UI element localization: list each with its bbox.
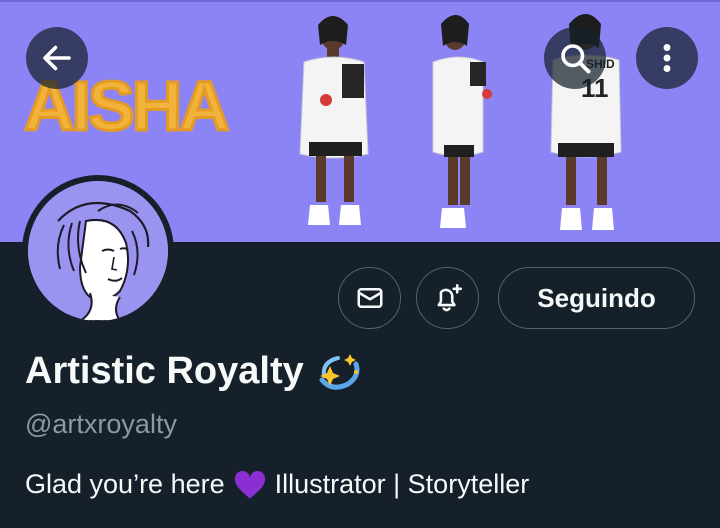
message-button[interactable] <box>338 267 401 329</box>
envelope-icon <box>357 288 382 308</box>
back-button[interactable] <box>26 27 88 89</box>
character-front-figure <box>299 16 369 225</box>
following-button[interactable]: Seguindo <box>498 267 695 329</box>
more-vertical-icon <box>663 44 671 72</box>
search-button[interactable] <box>544 27 606 89</box>
search-icon <box>561 44 591 74</box>
bio-text-end: Illustrator | Storyteller <box>274 469 530 499</box>
display-name-row: Artistic Royalty <box>25 350 362 393</box>
display-name: Artistic Royalty <box>25 350 304 392</box>
sparkle-emoji-icon <box>316 352 362 392</box>
bio-text-start: Glad you’re here <box>25 469 225 499</box>
avatar-image <box>28 181 168 321</box>
profile-bio: Glad you’re here Illustrator | Storytell… <box>25 469 529 500</box>
avatar[interactable] <box>22 175 174 327</box>
profile-handle: @artxroyalty <box>25 409 177 439</box>
purple-heart-emoji-icon <box>233 470 267 500</box>
more-options-button[interactable] <box>636 27 698 89</box>
arrow-left-icon <box>43 45 71 71</box>
character-side-figure <box>432 15 492 228</box>
bell-plus-icon <box>437 283 462 312</box>
avatar-illustration <box>28 181 168 321</box>
notify-button[interactable] <box>416 267 479 329</box>
